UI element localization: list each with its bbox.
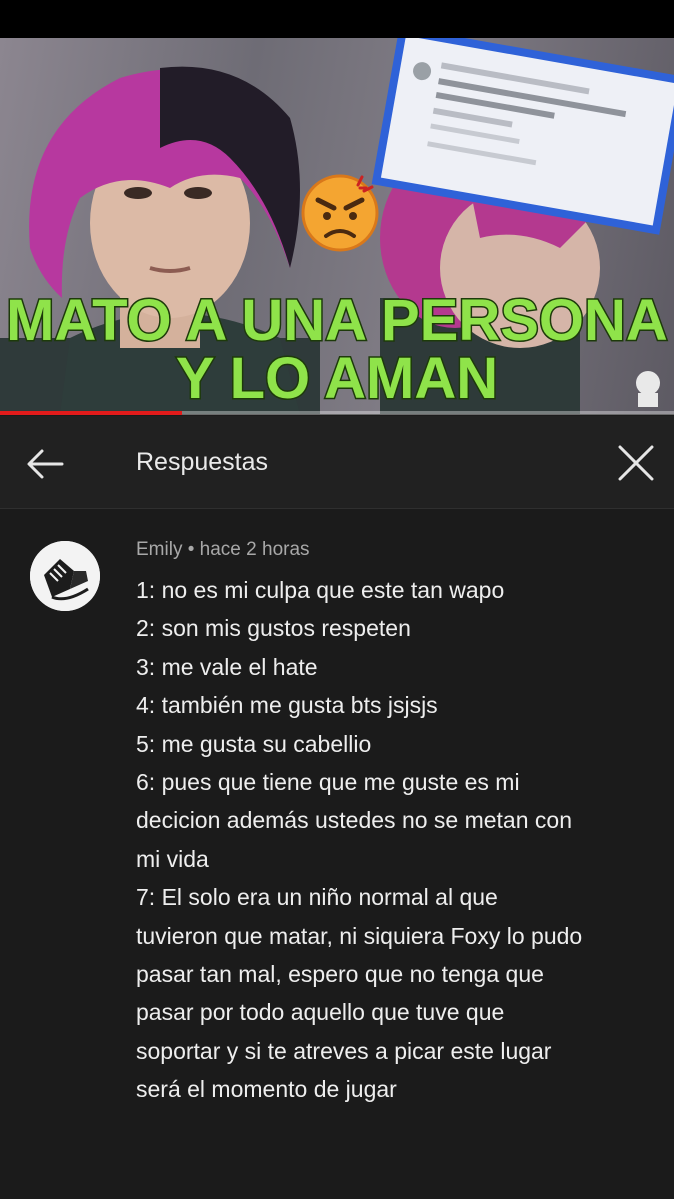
replies-header: Respuestas — [0, 416, 674, 509]
comment-line: pasar por todo aquello que tuve que — [136, 999, 505, 1026]
channel-watermark-icon — [636, 371, 660, 407]
video-thumbnail[interactable]: MATO A UNA PERSONA Y LO AMAN — [0, 38, 674, 414]
status-bar — [0, 0, 674, 38]
video-progress-bar[interactable] — [0, 411, 674, 415]
arrow-left-icon — [27, 449, 64, 479]
sneaker-avatar-icon — [30, 541, 100, 611]
thumbnail-title-line1: MATO A UNA PERSONA — [6, 288, 668, 353]
comment-line: 6: pues que tiene que me guste es mi — [136, 769, 520, 796]
header-title: Respuestas — [136, 448, 269, 476]
comment-line: mi vida — [136, 845, 209, 872]
comment-line: será el momento de jugar — [136, 1076, 397, 1103]
back-button[interactable] — [22, 444, 70, 484]
comment-time: hace 2 horas — [199, 539, 310, 560]
close-icon — [618, 445, 654, 481]
comment-line: 7: El solo era un niño normal al que — [136, 884, 498, 911]
comment-line: 5: me gusta su cabellio — [136, 730, 372, 757]
comment-line: 2: son mis gustos respeten — [136, 615, 411, 642]
comment-author[interactable]: Emily — [136, 539, 182, 560]
comment-line: 3: me vale el hate — [136, 653, 318, 680]
comment-body: 1: no es mi culpa que este tan wapo 2: s… — [136, 571, 656, 1109]
avatar[interactable] — [30, 541, 100, 611]
comment-line: 4: también me gusta bts jsjsjs — [136, 692, 438, 719]
comment-line: soportar y si te atreves a picar este lu… — [136, 1037, 552, 1064]
comment-author-meta: Emily • hace 2 horas — [136, 539, 310, 561]
comment-line: 1: no es mi culpa que este tan wapo — [136, 577, 505, 603]
comment-line: tuvieron que matar, ni siquiera Foxy lo … — [136, 922, 583, 949]
meta-separator: • — [187, 539, 195, 560]
thumbnail-title-line2: Y LO AMAN — [176, 346, 498, 411]
comment-line: pasar tan mal, espero que no tenga que — [136, 961, 544, 988]
video-progress-fill — [0, 411, 182, 415]
angry-face-icon — [301, 174, 379, 252]
close-button[interactable] — [608, 440, 664, 488]
comment-line: decicion además ustedes no se metan con — [136, 807, 572, 834]
